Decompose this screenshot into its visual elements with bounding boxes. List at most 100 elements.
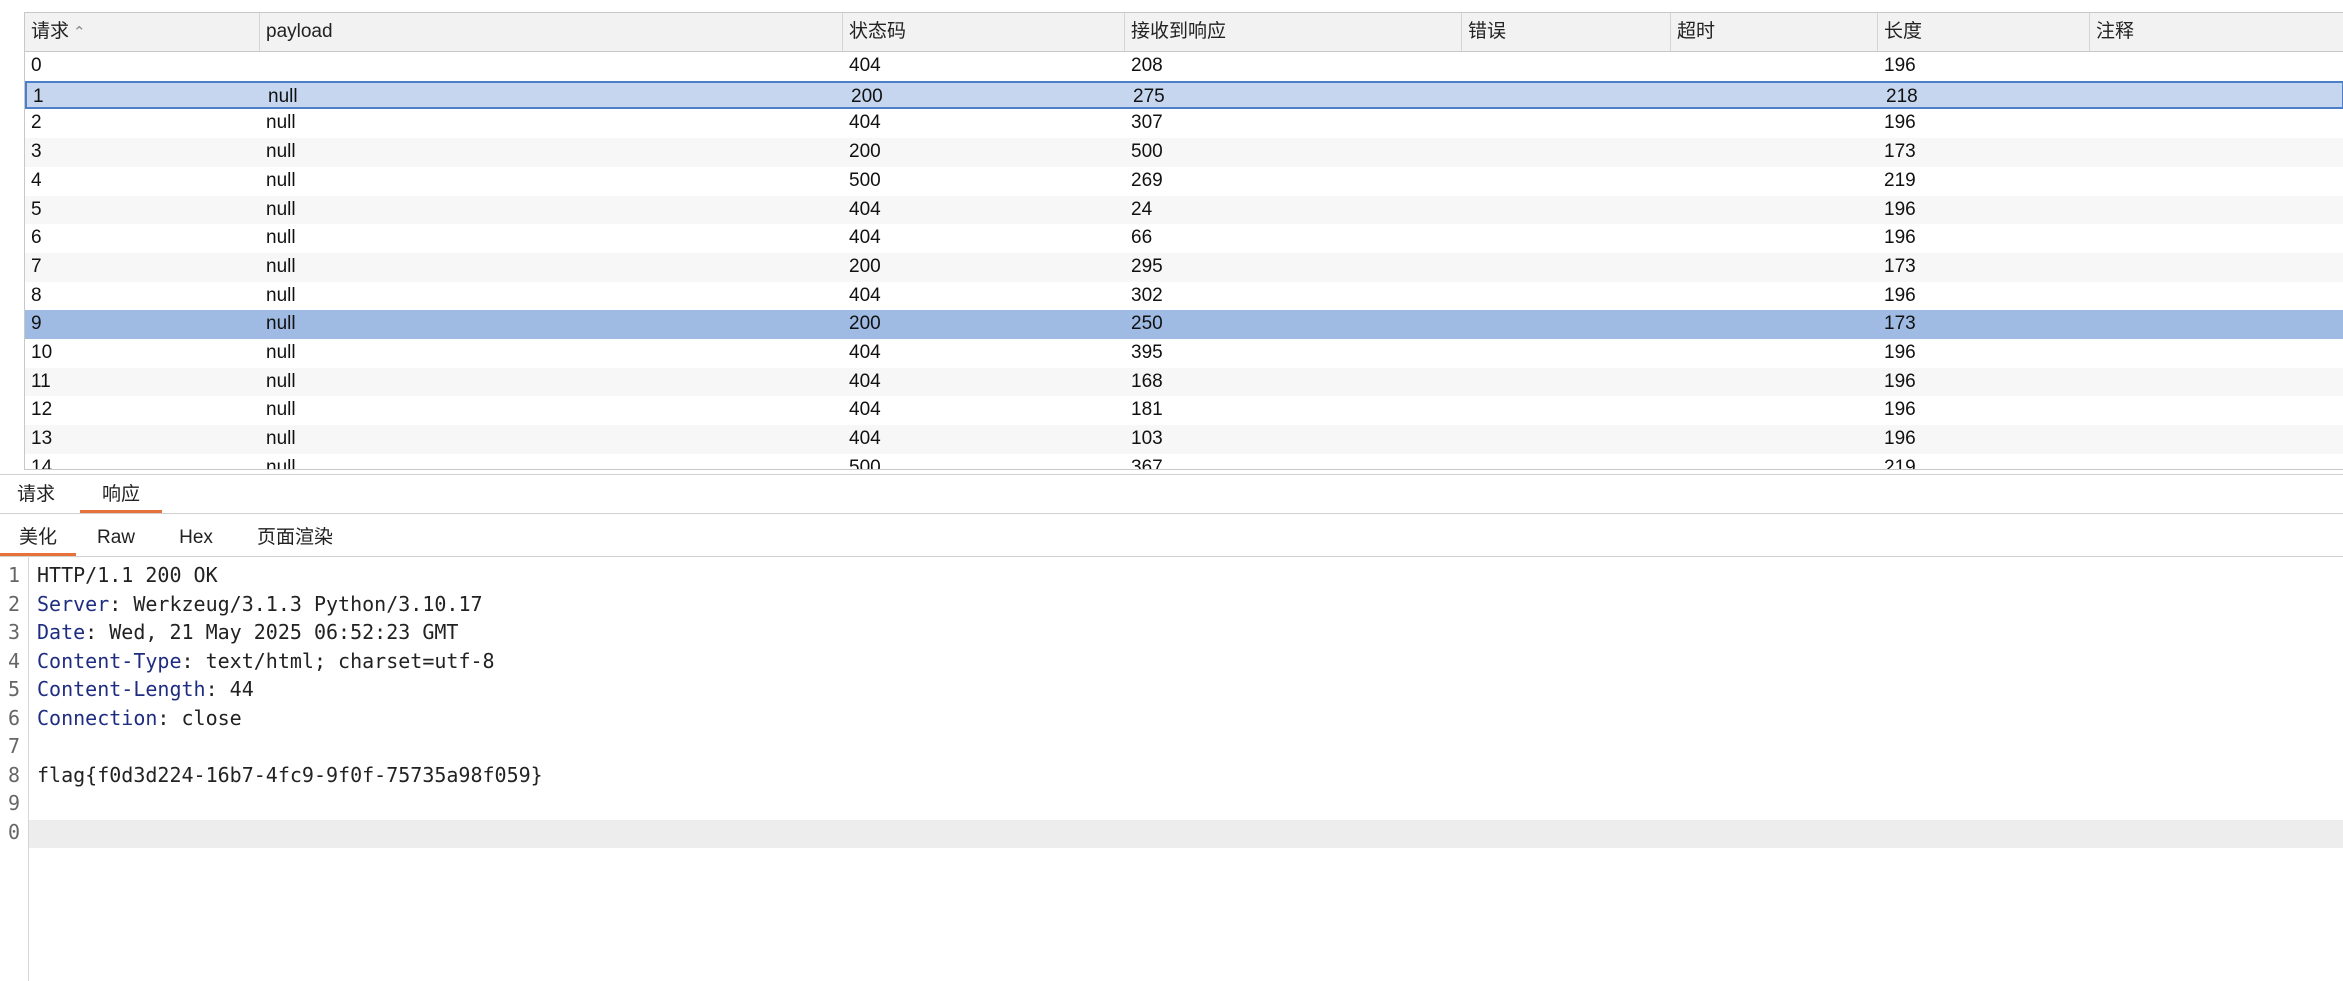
column-header-payload[interactable]: payload (260, 13, 843, 51)
cell-request: 6 (31, 227, 42, 249)
cell-received: 500 (1131, 141, 1163, 163)
table-row[interactable]: 1 null 200 275 218 (25, 80, 2343, 111)
cell-received: 103 (1131, 428, 1163, 450)
cell-payload: null (266, 255, 296, 277)
cell-timeout (1671, 224, 1677, 252)
cell-error (1462, 396, 1468, 424)
cell-payload: null (266, 112, 296, 134)
cell-error (1462, 425, 1468, 453)
cell-comment (2090, 224, 2096, 252)
cell-timeout (1671, 196, 1677, 224)
cell-timeout (1673, 83, 1679, 111)
tab-response[interactable]: 响应 (80, 477, 162, 513)
header-name: Content-Type (37, 648, 182, 673)
cell-status: 500 (849, 169, 881, 191)
cell-received: 250 (1131, 313, 1163, 335)
table-row[interactable]: 0 404 208 196 (25, 52, 2343, 81)
cell-comment (2092, 83, 2098, 111)
column-header-status[interactable]: 状态码 (843, 13, 1125, 51)
cell-comment (2090, 454, 2096, 469)
table-row[interactable]: 7 null 200 295 173 (25, 252, 2343, 282)
cell-request: 8 (31, 284, 42, 306)
table-row[interactable]: 9 null 200 250 173 (25, 310, 2343, 339)
cell-timeout (1671, 339, 1677, 367)
line-number: 6 (7, 705, 20, 730)
cell-received: 24 (1131, 198, 1153, 220)
column-header-timeout[interactable]: 超时 (1671, 13, 1878, 51)
line-number: 2 (7, 591, 20, 616)
table-row[interactable]: 8 null 404 302 196 (25, 282, 2343, 311)
tab-pretty[interactable]: 美化 (0, 520, 76, 556)
tab-request[interactable]: 请求 (8, 477, 64, 513)
cell-status: 404 (849, 342, 881, 363)
cell-error (1462, 138, 1468, 166)
cell-length: 196 (1884, 284, 1916, 306)
cell-error (1462, 253, 1468, 281)
line-number: 1 (7, 563, 20, 587)
cell-received: 269 (1131, 169, 1163, 191)
cell-comment (2090, 310, 2096, 338)
response-editor[interactable]: 1 HTTP/1.1 200 OK 2 Server: Werkzeug/3.1.3 … (0, 556, 2343, 981)
table-row[interactable]: 14 null 500 367 219 (25, 454, 2343, 470)
cell-comment (2090, 52, 2096, 80)
cell-request: 0 (31, 55, 42, 76)
cell-status: 404 (849, 55, 881, 76)
column-header-error[interactable]: 错误 (1462, 13, 1671, 51)
line-text: HTTP/1.1 200 OK (37, 563, 218, 587)
cell-length: 219 (1884, 169, 1916, 191)
cell-error (1462, 339, 1468, 367)
table-row[interactable]: 11 null 404 168 196 (25, 367, 2343, 397)
cell-comment (2090, 282, 2096, 310)
line-text: : Werkzeug/3.1.3 Python/3.10.17 (109, 591, 483, 616)
cell-payload: null (268, 85, 298, 107)
table-row[interactable]: 12 null 404 181 196 (25, 396, 2343, 425)
column-header-received[interactable]: 接收到响应 (1125, 13, 1462, 51)
table-row[interactable]: 3 null 200 500 173 (25, 138, 2343, 167)
table-row[interactable]: 10 null 404 395 196 (25, 339, 2343, 368)
cell-received: 367 (1131, 456, 1163, 470)
cell-request: 1 (33, 85, 44, 107)
cell-length: 173 (1884, 313, 1916, 335)
column-header-request[interactable]: 请求 ⌃ (25, 13, 260, 51)
table-row[interactable]: 2 null 404 307 196 (25, 109, 2343, 138)
cell-error (1462, 310, 1468, 338)
column-header-length[interactable]: 长度 (1878, 13, 2090, 51)
cell-request: 13 (31, 428, 53, 450)
cell-received: 66 (1131, 227, 1153, 249)
code-line: flag{f0d3d224-16b7-4fc9-9f0f-75735a98f05… (37, 761, 543, 789)
line-text: flag{f0d3d224-16b7-4fc9-9f0f-75735a98f05… (37, 762, 543, 787)
cell-timeout (1671, 138, 1677, 166)
cell-received: 302 (1131, 284, 1163, 306)
cell-error (1462, 454, 1468, 469)
tabs-divider (0, 513, 2343, 514)
cell-timeout (1671, 425, 1677, 453)
cell-length: 219 (1884, 456, 1916, 470)
header-name: Connection (37, 705, 158, 730)
cell-comment (2090, 425, 2096, 453)
cell-payload: null (266, 456, 296, 470)
cell-status: 404 (849, 428, 881, 450)
cell-request: 9 (31, 313, 42, 335)
line-text: : Wed, 21 May 2025 06:52:23 GMT (85, 620, 459, 644)
line-number: 7 (7, 734, 20, 758)
cell-error (1462, 52, 1468, 80)
table-row[interactable]: 4 null 500 269 219 (25, 167, 2343, 196)
cell-payload: null (266, 141, 296, 163)
cell-status: 404 (849, 227, 881, 249)
table-row[interactable]: 13 null 404 103 196 (25, 425, 2343, 454)
tab-hex[interactable]: Hex (166, 520, 226, 556)
tab-render[interactable]: 页面渲染 (250, 520, 340, 556)
cell-request: 2 (31, 112, 42, 134)
code-line: Content-Type: text/html; charset=utf-8 (37, 647, 495, 675)
table-header: 请求 ⌃ payload 状态码 接收到响应 错误 超时 长度 注释 (25, 13, 2343, 52)
table-row[interactable]: 5 null 404 24 196 (25, 195, 2343, 225)
line-number: 5 (7, 677, 20, 701)
header-name: Date (37, 620, 86, 644)
header-name: Server (37, 591, 110, 616)
column-header-comment[interactable]: 注释 (2090, 13, 2343, 51)
cell-status: 200 (849, 255, 881, 277)
table-row[interactable]: 6 null 404 66 196 (25, 224, 2343, 253)
sort-ascending-icon: ⌃ (73, 24, 86, 41)
tab-raw[interactable]: Raw (86, 520, 146, 556)
cell-received: 295 (1131, 255, 1163, 277)
